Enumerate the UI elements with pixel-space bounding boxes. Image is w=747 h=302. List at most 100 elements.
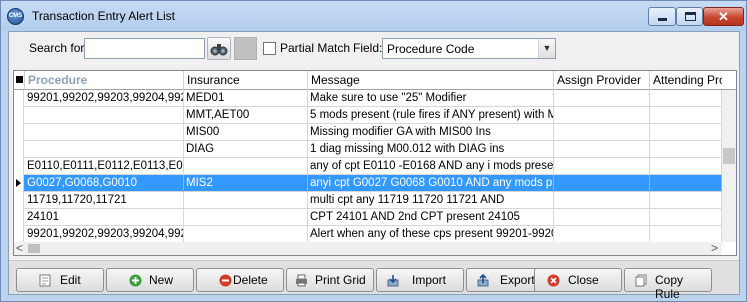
cell-attending-provider[interactable] [650, 141, 722, 158]
window-close-button[interactable]: ✕ [703, 7, 744, 26]
row-indicator[interactable] [14, 107, 24, 124]
cell-attending-provider[interactable] [650, 209, 722, 226]
search-button[interactable] [207, 37, 231, 60]
row-indicator-header[interactable] [14, 71, 25, 90]
edit-button[interactable]: Edit [16, 268, 104, 292]
cell-message[interactable]: Make sure to use "25" Modifier [308, 90, 554, 107]
cell-insurance[interactable] [184, 226, 308, 243]
cell-procedure[interactable]: 11719,11720,11721 [25, 192, 184, 209]
alert-grid[interactable]: Procedure Insurance Message Assign Provi… [13, 70, 737, 256]
cell-attending-provider[interactable] [650, 90, 722, 107]
horizontal-scroll-thumb[interactable] [28, 244, 40, 253]
cell-attending-provider[interactable] [650, 124, 722, 141]
print-grid-button[interactable]: Print Grid [286, 268, 374, 292]
table-row[interactable]: 99201,99202,99203,99204,9920 MED01 Make … [14, 90, 722, 107]
table-row[interactable]: 24101 CPT 24101 AND 2nd CPT present 2410… [14, 209, 722, 226]
cell-procedure[interactable]: E0110,E0111,E0112,E0113,E01 [25, 158, 184, 175]
row-indicator[interactable] [14, 141, 24, 158]
horizontal-scrollbar[interactable]: < > [14, 241, 722, 255]
cell-insurance[interactable]: DIAG [184, 141, 308, 158]
scroll-left-icon[interactable]: < [16, 241, 23, 255]
column-header-attending-provider[interactable]: Attending Provi [650, 71, 722, 90]
client-area: Search for: Partial Match Field: Procedu… [8, 31, 740, 301]
chevron-down-icon[interactable]: ▼ [538, 39, 555, 58]
cell-message[interactable]: 5 mods present (rule fires if ANY presen… [308, 107, 554, 124]
cell-message[interactable]: CPT 24101 AND 2nd CPT present 24105 [308, 209, 554, 226]
cell-message[interactable]: multi cpt any 11719 11720 11721 AND [308, 192, 554, 209]
row-indicator[interactable] [14, 192, 24, 209]
cell-attending-provider[interactable] [650, 158, 722, 175]
cell-assign-provider[interactable] [554, 107, 650, 124]
import-icon [387, 275, 399, 287]
partial-match-label[interactable]: Partial Match [280, 41, 350, 55]
cell-message[interactable]: Missing modifier GA with MIS00 Ins [308, 124, 554, 141]
search-input[interactable] [84, 38, 205, 59]
cell-attending-provider[interactable] [650, 175, 722, 192]
maximize-button[interactable] [676, 7, 703, 26]
column-header-message[interactable]: Message [308, 71, 554, 90]
row-indicator[interactable] [14, 209, 24, 226]
close-button[interactable]: Close [534, 268, 622, 292]
row-indicator[interactable] [14, 158, 24, 175]
new-button[interactable]: New [106, 268, 194, 292]
column-header-insurance[interactable]: Insurance [184, 71, 308, 90]
vertical-scrollbar[interactable] [722, 90, 736, 242]
row-indicator[interactable] [14, 124, 24, 141]
header-marker-icon [16, 76, 23, 83]
close-icon [547, 274, 560, 287]
cell-attending-provider[interactable] [650, 107, 722, 124]
cell-procedure[interactable]: 24101 [25, 209, 184, 226]
cell-procedure[interactable]: G0027,G0068,G0010 [25, 175, 184, 192]
cell-assign-provider[interactable] [554, 124, 650, 141]
cell-insurance[interactable]: MED01 [184, 90, 308, 107]
copy-rule-button-label: Copy Rule [655, 273, 684, 301]
cell-insurance[interactable]: MMT,AET00 [184, 107, 308, 124]
cell-procedure[interactable] [25, 141, 184, 158]
cell-message[interactable]: anyi cpt G0027 G0068 G0010 AND any mods … [308, 175, 554, 192]
row-indicator[interactable] [14, 90, 24, 107]
cell-procedure[interactable] [25, 124, 184, 141]
table-row[interactable]: MMT,AET00 5 mods present (rule fires if … [14, 107, 722, 124]
vertical-scroll-thumb[interactable] [723, 148, 735, 164]
cell-procedure[interactable]: 99201,99202,99203,99204,9920 [25, 90, 184, 107]
cell-assign-provider[interactable] [554, 192, 650, 209]
scroll-right-icon[interactable]: > [711, 241, 718, 255]
column-header-procedure[interactable]: Procedure [25, 71, 184, 90]
window-title: Transaction Entry Alert List [32, 9, 175, 23]
clear-search-button[interactable] [234, 37, 257, 60]
cell-insurance[interactable]: MIS2 [184, 175, 308, 192]
cell-insurance[interactable] [184, 209, 308, 226]
cell-assign-provider[interactable] [554, 90, 650, 107]
table-row[interactable]: 99201,99202,99203,99204,9920 Alert when … [14, 226, 722, 243]
row-indicator[interactable] [14, 175, 24, 192]
cell-assign-provider[interactable] [554, 175, 650, 192]
cell-procedure[interactable]: 99201,99202,99203,99204,9920 [25, 226, 184, 243]
cell-attending-provider[interactable] [650, 192, 722, 209]
column-header-assign-provider[interactable]: Assign Provider [554, 71, 650, 90]
delete-button[interactable]: Delete [196, 268, 284, 292]
table-row[interactable]: E0110,E0111,E0112,E0113,E01 any of cpt E… [14, 158, 722, 175]
table-row[interactable]: 11719,11720,11721 multi cpt any 11719 11… [14, 192, 722, 209]
cell-assign-provider[interactable] [554, 226, 650, 243]
import-button[interactable]: Import [376, 268, 464, 292]
print-grid-button-label: Print Grid [315, 273, 366, 287]
cell-message[interactable]: any of cpt E0110 -E0168 AND any i mods p… [308, 158, 554, 175]
cell-message[interactable]: 1 diag missing M00.012 with DIAG ins [308, 141, 554, 158]
field-select[interactable]: Procedure Code ▼ [382, 38, 556, 59]
table-row[interactable]: DIAG 1 diag missing M00.012 with DIAG in… [14, 141, 722, 158]
cell-procedure[interactable] [25, 107, 184, 124]
partial-match-checkbox[interactable] [263, 42, 276, 55]
copy-rule-button[interactable]: Copy Rule [624, 268, 712, 301]
cell-message[interactable]: Alert when any of these cps present 9920… [308, 226, 554, 243]
cell-insurance[interactable] [184, 192, 308, 209]
cell-insurance[interactable]: MIS00 [184, 124, 308, 141]
cell-insurance[interactable] [184, 158, 308, 175]
cell-assign-provider[interactable] [554, 158, 650, 175]
title-bar[interactable]: CMS Transaction Entry Alert List ✕ [1, 1, 746, 31]
table-row-selected[interactable]: G0027,G0068,G0010 MIS2 anyi cpt G0027 G0… [14, 175, 722, 192]
cell-assign-provider[interactable] [554, 209, 650, 226]
minimize-button[interactable] [648, 7, 676, 26]
table-row[interactable]: MIS00 Missing modifier GA with MIS00 Ins [14, 124, 722, 141]
cell-assign-provider[interactable] [554, 141, 650, 158]
search-label: Search for: [29, 41, 88, 55]
